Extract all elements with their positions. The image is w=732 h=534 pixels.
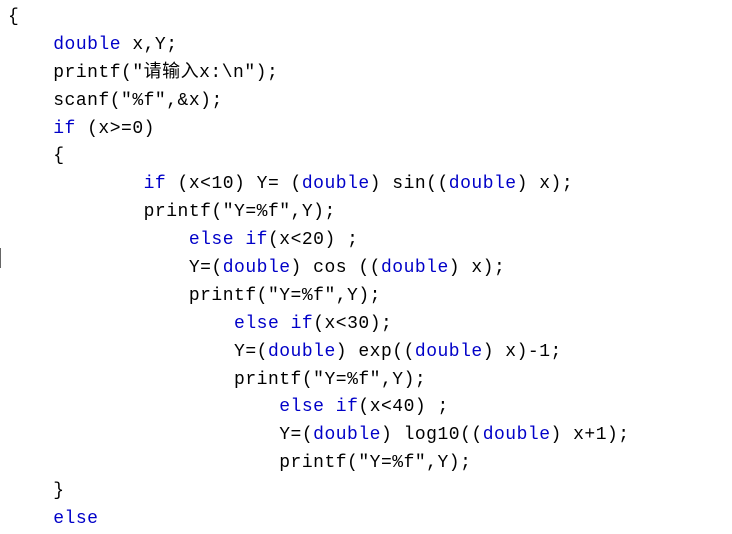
keyword-double: double: [302, 174, 370, 194]
code-text: [234, 230, 245, 250]
keyword-else: else: [279, 397, 324, 417]
code-editor[interactable]: { double x,Y; printf("请输入x:\n"); scanf("…: [0, 0, 732, 500]
code-text: Y=(: [189, 258, 223, 278]
keyword-double: double: [223, 258, 291, 278]
keyword-double: double: [268, 342, 336, 362]
code-text: (x<10) Y= (: [166, 174, 302, 194]
code-line: Y=(double) exp((double) x)-1;: [8, 339, 732, 367]
code-text: printf("Y=%f",Y);: [189, 286, 381, 306]
keyword-if: if: [291, 314, 314, 334]
code-line: printf("Y=%f",Y);: [8, 199, 732, 227]
keyword-if: if: [336, 397, 359, 417]
code-line: printf("Y=%f",Y);: [8, 450, 732, 478]
code-text: (x<20) ;: [268, 230, 358, 250]
code-text: [324, 397, 335, 417]
code-line: else if(x<40) ;: [8, 394, 732, 422]
code-text: printf("Y=%f",Y);: [234, 370, 426, 390]
keyword-double: double: [381, 258, 449, 278]
code-line: }: [8, 478, 732, 506]
keyword-else: else: [234, 314, 279, 334]
code-text: ) x)-1;: [483, 342, 562, 362]
code-line: else if(x<20) ;: [8, 227, 732, 255]
code-line: else: [8, 506, 732, 534]
code-line: scanf("%f",&x);: [8, 88, 732, 116]
code-text: (x<30);: [313, 314, 392, 334]
code-text: printf("Y=%f",Y);: [144, 202, 336, 222]
code-line: if (x>=0): [8, 116, 732, 144]
code-text: ) x+1);: [551, 425, 630, 445]
code-line: {: [8, 4, 732, 32]
code-text: x,Y;: [121, 35, 178, 55]
code-text: ) x);: [517, 174, 574, 194]
code-line: else if(x<30);: [8, 311, 732, 339]
code-line: if (x<10) Y= (double) sin((double) x);: [8, 171, 732, 199]
code-text: scanf("%f",&x);: [53, 91, 223, 111]
code-line: Y=(double) log10((double) x+1);: [8, 422, 732, 450]
code-text: printf("请输入x:\n");: [53, 63, 278, 83]
code-text: Y=(: [234, 342, 268, 362]
code-text: ) sin((: [370, 174, 449, 194]
code-text: (x<40) ;: [358, 397, 448, 417]
code-line: Y=(double) cos ((double) x);: [8, 255, 732, 283]
keyword-else: else: [189, 230, 234, 250]
keyword-else: else: [53, 509, 98, 529]
keyword-if: if: [144, 174, 167, 194]
keyword-double: double: [483, 425, 551, 445]
keyword-double: double: [53, 35, 121, 55]
code-line: double x,Y;: [8, 32, 732, 60]
brace-open: {: [53, 146, 64, 166]
brace-close: }: [53, 481, 64, 501]
brace-open: {: [8, 7, 19, 27]
code-text: ) cos ((: [291, 258, 381, 278]
code-line: {: [8, 143, 732, 171]
code-text: ) exp((: [336, 342, 415, 362]
keyword-if: if: [53, 119, 76, 139]
code-text: (x>=0): [76, 119, 155, 139]
keyword-double: double: [449, 174, 517, 194]
code-line: printf("Y=%f",Y);: [8, 283, 732, 311]
code-line: printf("Y=%f",Y);: [8, 367, 732, 395]
keyword-double: double: [415, 342, 483, 362]
code-text: Y=(: [279, 425, 313, 445]
keyword-if: if: [245, 230, 268, 250]
keyword-double: double: [313, 425, 381, 445]
text-cursor: [0, 248, 3, 268]
code-text: ) log10((: [381, 425, 483, 445]
code-text: printf("Y=%f",Y);: [279, 453, 471, 473]
code-text: [279, 314, 290, 334]
code-line: printf("请输入x:\n");: [8, 60, 732, 88]
code-text: ) x);: [449, 258, 506, 278]
